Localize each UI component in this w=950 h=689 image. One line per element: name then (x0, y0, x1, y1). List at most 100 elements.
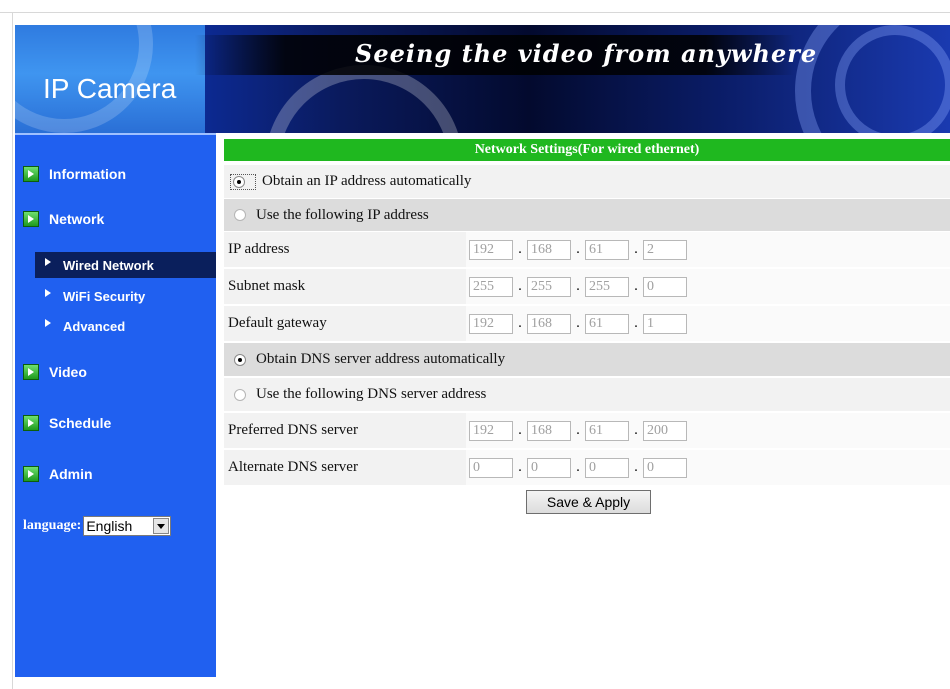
subnet-mask-row: Subnet mask 255. 255. 255. 0 (224, 269, 950, 304)
caret-right-icon (45, 319, 51, 327)
ip-octet-input[interactable]: 2 (643, 239, 687, 260)
save-apply-button[interactable]: Save & Apply (526, 490, 651, 514)
dns-auto-radio[interactable] (234, 353, 246, 366)
dns-auto-row: Obtain DNS server address automatically (224, 343, 950, 376)
language-label: language: (23, 518, 82, 533)
language-select[interactable]: English (83, 516, 172, 536)
subnet-mask-field: 255. 255. 255. 0 (466, 269, 950, 304)
preferred-dns-field: 192. 168. 61. 200 (466, 413, 950, 448)
ip-dot: . (576, 278, 580, 294)
banner-decor-ring (265, 65, 463, 133)
banner-slogan: Seeing the video from anywhere (355, 39, 818, 68)
ip-dot: . (634, 315, 638, 331)
ip-dot: . (634, 459, 638, 475)
arrow-right-icon (23, 166, 39, 182)
arrow-right-icon (23, 364, 39, 380)
gateway-octet-input[interactable]: 1 (643, 313, 687, 334)
sidebar-item-label: Admin (49, 466, 93, 482)
dns1-octet-input[interactable]: 200 (643, 420, 687, 441)
caret-right-icon (45, 289, 51, 297)
banner-decor-ring (835, 25, 950, 133)
chevron-down-icon[interactable] (153, 518, 170, 534)
dns2-octet-input[interactable]: 0 (643, 457, 687, 478)
dns1-octet-input[interactable]: 192 (469, 420, 513, 441)
ip-dot: . (576, 241, 580, 257)
ip-auto-label[interactable]: Obtain an IP address automatically (262, 173, 471, 190)
ip-octet-input[interactable]: 168 (527, 239, 571, 260)
sidebar-item-schedule[interactable]: Schedule (23, 413, 111, 433)
subnet-mask-label: Subnet mask (228, 278, 306, 294)
dns-manual-label[interactable]: Use the following DNS server address (256, 386, 486, 403)
ip-auto-row: Obtain an IP address automatically (224, 165, 950, 198)
sidebar-item-admin[interactable]: Admin (23, 464, 93, 484)
gateway-row: Default gateway 192. 168. 61. 1 (224, 306, 950, 341)
subnet-octet-input[interactable]: 0 (643, 276, 687, 297)
ip-dot: . (518, 241, 522, 257)
dns-auto-label[interactable]: Obtain DNS server address automatically (256, 351, 505, 368)
frame-left-line (12, 12, 13, 689)
ip-address-row: IP address 192. 168. 61. 2 (224, 232, 950, 267)
sidebar-item-label: Information (49, 166, 126, 182)
ip-dot: . (634, 241, 638, 257)
ip-dot: . (518, 422, 522, 438)
dns2-octet-input[interactable]: 0 (527, 457, 571, 478)
banner: IP Camera Seeing the video from anywhere (15, 25, 950, 133)
sidebar-subitem-wifi-security[interactable]: WiFi Security (35, 283, 216, 309)
gateway-field: 192. 168. 61. 1 (466, 306, 950, 341)
panel-title: Network Settings(For wired ethernet) (224, 139, 950, 161)
ip-manual-label[interactable]: Use the following IP address (256, 207, 429, 224)
sidebar-subitem-label: Advanced (63, 318, 126, 334)
language-value: English (86, 518, 133, 534)
preferred-dns-row: Preferred DNS server 192. 168. 61. 200 (224, 413, 950, 448)
gateway-octet-input[interactable]: 192 (469, 313, 513, 334)
sidebar-subitem-label: Wired Network (63, 257, 154, 273)
sidebar-item-label: Network (49, 211, 105, 227)
dns1-octet-input[interactable]: 61 (585, 420, 629, 441)
ip-octet-input[interactable]: 61 (585, 239, 629, 260)
ip-address-label: IP address (228, 241, 290, 257)
ip-dot: . (518, 315, 522, 331)
ip-dot: . (518, 459, 522, 475)
ip-dot: . (634, 422, 638, 438)
network-settings-panel: Network Settings(For wired ethernet) Obt… (224, 139, 950, 514)
ip-dot: . (518, 278, 522, 294)
dns-manual-row: Use the following DNS server address (224, 378, 950, 411)
ip-auto-radio[interactable] (233, 175, 245, 188)
dns2-octet-input[interactable]: 0 (585, 457, 629, 478)
sidebar-item-network[interactable]: Network (23, 209, 104, 229)
subnet-octet-input[interactable]: 255 (527, 276, 571, 297)
arrow-right-icon (23, 415, 39, 431)
gateway-label: Default gateway (228, 315, 327, 331)
dns1-octet-input[interactable]: 168 (527, 420, 571, 441)
subnet-octet-input[interactable]: 255 (469, 276, 513, 297)
language-selector: language: English (23, 516, 172, 536)
sidebar-item-video[interactable]: Video (23, 362, 87, 382)
dns2-octet-input[interactable]: 0 (469, 457, 513, 478)
sidebar: Information Network Wired Network WiFi S… (15, 133, 216, 677)
ip-dot: . (576, 459, 580, 475)
ip-manual-row: Use the following IP address (224, 199, 950, 231)
frame-top-line (0, 12, 950, 13)
alternate-dns-label: Alternate DNS server (228, 459, 358, 475)
ip-auto-focus (230, 173, 256, 190)
ip-octet-input[interactable]: 192 (469, 239, 513, 260)
gateway-octet-input[interactable]: 61 (585, 313, 629, 334)
ip-dot: . (576, 315, 580, 331)
alternate-dns-row: Alternate DNS server 0. 0. 0. 0 (224, 450, 950, 485)
sidebar-top-stripe (15, 133, 216, 135)
sidebar-item-label: Schedule (49, 415, 112, 431)
sidebar-subitem-wired-network[interactable]: Wired Network (35, 252, 216, 278)
gateway-octet-input[interactable]: 168 (527, 313, 571, 334)
dns-manual-radio[interactable] (234, 388, 246, 401)
product-title: IP Camera (43, 73, 177, 104)
arrow-right-icon (23, 211, 39, 227)
subnet-octet-input[interactable]: 255 (585, 276, 629, 297)
sidebar-subitem-advanced[interactable]: Advanced (35, 313, 216, 339)
preferred-dns-label: Preferred DNS server (228, 422, 358, 438)
ip-address-field: 192. 168. 61. 2 (466, 232, 950, 267)
arrow-right-icon (23, 466, 39, 482)
alternate-dns-field: 0. 0. 0. 0 (466, 450, 950, 485)
ip-manual-radio[interactable] (234, 209, 246, 221)
sidebar-subitem-label: WiFi Security (63, 288, 146, 304)
sidebar-item-information[interactable]: Information (23, 164, 126, 184)
